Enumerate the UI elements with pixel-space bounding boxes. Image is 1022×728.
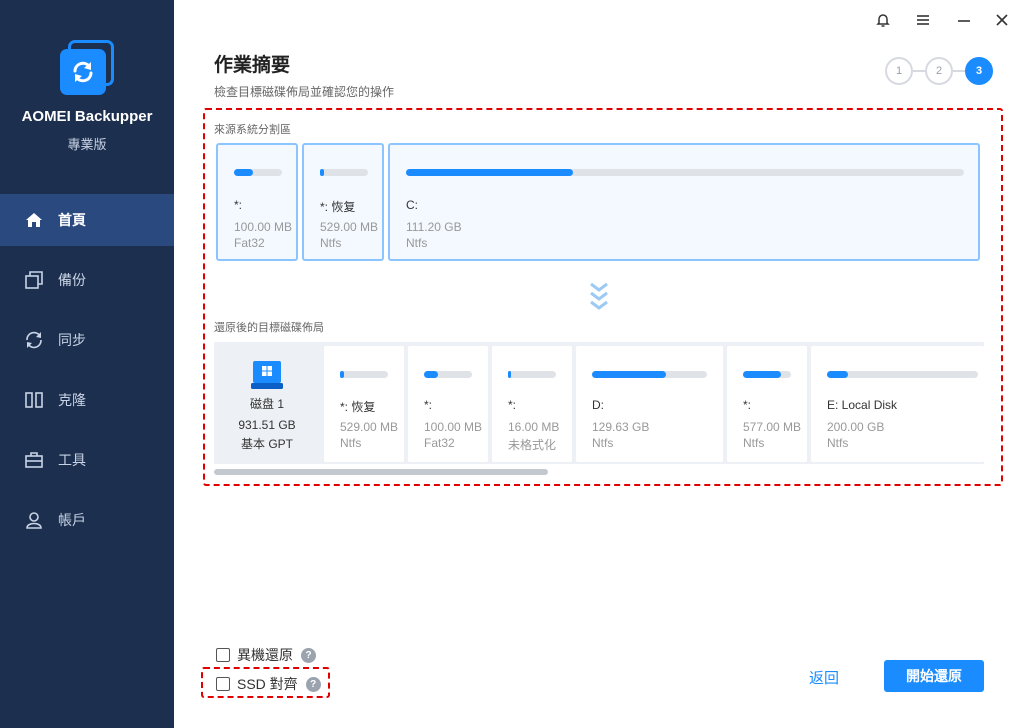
partition-size: 577.00 MB bbox=[743, 420, 802, 434]
source-section-label: 來源系統分割區 bbox=[214, 124, 291, 136]
help-icon[interactable]: ? bbox=[305, 676, 321, 692]
home-icon bbox=[24, 210, 44, 230]
dissimilar-restore-checkbox[interactable] bbox=[216, 648, 230, 662]
source-partition[interactable]: *: 100.00 MB Fat32 bbox=[216, 143, 298, 261]
destination-partition[interactable]: *: 16.00 MB 未格式化 bbox=[492, 346, 572, 462]
partition-fs: Ntfs bbox=[320, 236, 342, 250]
partition-size: 16.00 MB bbox=[508, 420, 560, 434]
partition-size: 111.20 GB bbox=[406, 220, 462, 234]
partition-size: 529.00 MB bbox=[340, 420, 399, 434]
sync-icon bbox=[24, 330, 44, 350]
sidebar-item-label: 克隆 bbox=[58, 392, 86, 408]
partition-name: *: bbox=[424, 398, 433, 412]
source-partition[interactable]: C: 111.20 GB Ntfs bbox=[388, 143, 980, 261]
help-icon[interactable]: ? bbox=[301, 647, 316, 663]
partition-size: 100.00 MB bbox=[424, 420, 483, 434]
sidebar: AOMEI Backupper 專業版 首頁 備份 同步 克隆 工具 帳戶 bbox=[0, 0, 174, 728]
partition-fs: Ntfs bbox=[827, 436, 849, 450]
partition-fs: Ntfs bbox=[340, 436, 362, 450]
partition-size: 200.00 GB bbox=[827, 420, 885, 434]
disk-type: 基本 GPT bbox=[240, 437, 293, 451]
disk-icon bbox=[251, 361, 283, 389]
app-edition: 專業版 bbox=[67, 137, 107, 152]
destination-partition[interactable]: E: Local Disk 200.00 GB Ntfs bbox=[811, 346, 984, 462]
account-icon bbox=[24, 510, 44, 530]
partition-fs: 未格式化 bbox=[508, 438, 557, 452]
sidebar-item-backup[interactable]: 備份 bbox=[0, 254, 174, 306]
partition-fs: Fat32 bbox=[424, 436, 455, 450]
destination-disk-layout: 磁盘 1 931.51 GB 基本 GPT *: 恢复 529.00 MB Nt… bbox=[214, 342, 984, 464]
step-1: 1 bbox=[885, 57, 913, 85]
clone-icon bbox=[24, 390, 44, 410]
partition-name: *: 恢复 bbox=[320, 200, 356, 214]
sidebar-item-label: 備份 bbox=[58, 272, 86, 288]
disk-info: 磁盘 1 931.51 GB 基本 GPT bbox=[214, 342, 320, 464]
destination-partition[interactable]: *: 100.00 MB Fat32 bbox=[408, 346, 488, 462]
ssd-align-option: SSD 對齊 ? bbox=[216, 674, 321, 694]
app-logo bbox=[60, 40, 116, 96]
app-name: AOMEI Backupper bbox=[21, 108, 153, 125]
start-restore-button[interactable]: 開始還原 bbox=[884, 660, 984, 692]
close-icon[interactable] bbox=[990, 8, 1014, 32]
disk-size: 931.51 GB bbox=[238, 418, 296, 432]
ssd-align-label: SSD 對齊 bbox=[237, 676, 298, 692]
menu-icon[interactable] bbox=[911, 8, 935, 32]
partition-name: D: bbox=[592, 398, 604, 412]
step-3: 3 bbox=[965, 57, 993, 85]
partition-fs: Ntfs bbox=[592, 436, 614, 450]
partition-size: 529.00 MB bbox=[320, 220, 379, 234]
partition-size: 100.00 MB bbox=[234, 220, 293, 234]
sidebar-item-tools[interactable]: 工具 bbox=[0, 434, 174, 486]
ssd-align-checkbox[interactable] bbox=[216, 677, 230, 691]
partition-name: *: bbox=[743, 398, 752, 412]
bell-icon[interactable] bbox=[871, 8, 895, 32]
minimize-icon[interactable] bbox=[952, 8, 976, 32]
page-subtitle: 檢查目標磁碟佈局並確認您的操作 bbox=[214, 85, 395, 99]
partition-fs: Ntfs bbox=[406, 236, 428, 250]
partition-name: *: 恢复 bbox=[340, 400, 376, 414]
dissimilar-restore-option: 異機還原 ? bbox=[216, 645, 316, 665]
dissimilar-restore-label: 異機還原 bbox=[237, 647, 293, 663]
partition-name: C: bbox=[406, 198, 418, 212]
step-2: 2 bbox=[925, 57, 953, 85]
partition-name: *: bbox=[234, 198, 243, 212]
partition-name: *: bbox=[508, 398, 517, 412]
sidebar-item-clone[interactable]: 克隆 bbox=[0, 374, 174, 426]
double-chevron-down-icon bbox=[590, 282, 608, 310]
sidebar-item-home[interactable]: 首頁 bbox=[0, 194, 174, 246]
destination-partition[interactable]: *: 恢复 529.00 MB Ntfs bbox=[324, 346, 404, 462]
horizontal-scrollbar[interactable] bbox=[214, 469, 548, 475]
partition-size: 129.63 GB bbox=[592, 420, 650, 434]
page-title: 作業摘要 bbox=[214, 55, 291, 76]
sidebar-item-account[interactable]: 帳戶 bbox=[0, 494, 174, 546]
sidebar-item-sync[interactable]: 同步 bbox=[0, 314, 174, 366]
disk-name: 磁盘 1 bbox=[249, 397, 284, 411]
sidebar-item-label: 帳戶 bbox=[58, 512, 86, 528]
back-button[interactable]: 返回 bbox=[796, 664, 852, 690]
source-partition[interactable]: *: 恢复 529.00 MB Ntfs bbox=[302, 143, 384, 261]
destination-partition[interactable]: *: 577.00 MB Ntfs bbox=[727, 346, 807, 462]
backup-icon bbox=[24, 270, 44, 290]
partition-name: E: Local Disk bbox=[827, 398, 898, 412]
partition-fs: Ntfs bbox=[743, 436, 765, 450]
sidebar-nav: 首頁 備份 同步 克隆 工具 帳戶 bbox=[0, 194, 174, 554]
sync-arrows-icon bbox=[73, 61, 93, 83]
destination-section-label: 還原後的目標磁碟佈局 bbox=[214, 322, 324, 334]
tools-icon bbox=[24, 450, 44, 470]
step-indicator: 1 2 3 bbox=[885, 57, 993, 85]
sidebar-item-label: 同步 bbox=[58, 332, 86, 348]
sidebar-item-label: 工具 bbox=[58, 452, 86, 468]
destination-partition[interactable]: D: 129.63 GB Ntfs bbox=[576, 346, 723, 462]
sidebar-item-label: 首頁 bbox=[58, 212, 86, 228]
partition-fs: Fat32 bbox=[234, 236, 265, 250]
